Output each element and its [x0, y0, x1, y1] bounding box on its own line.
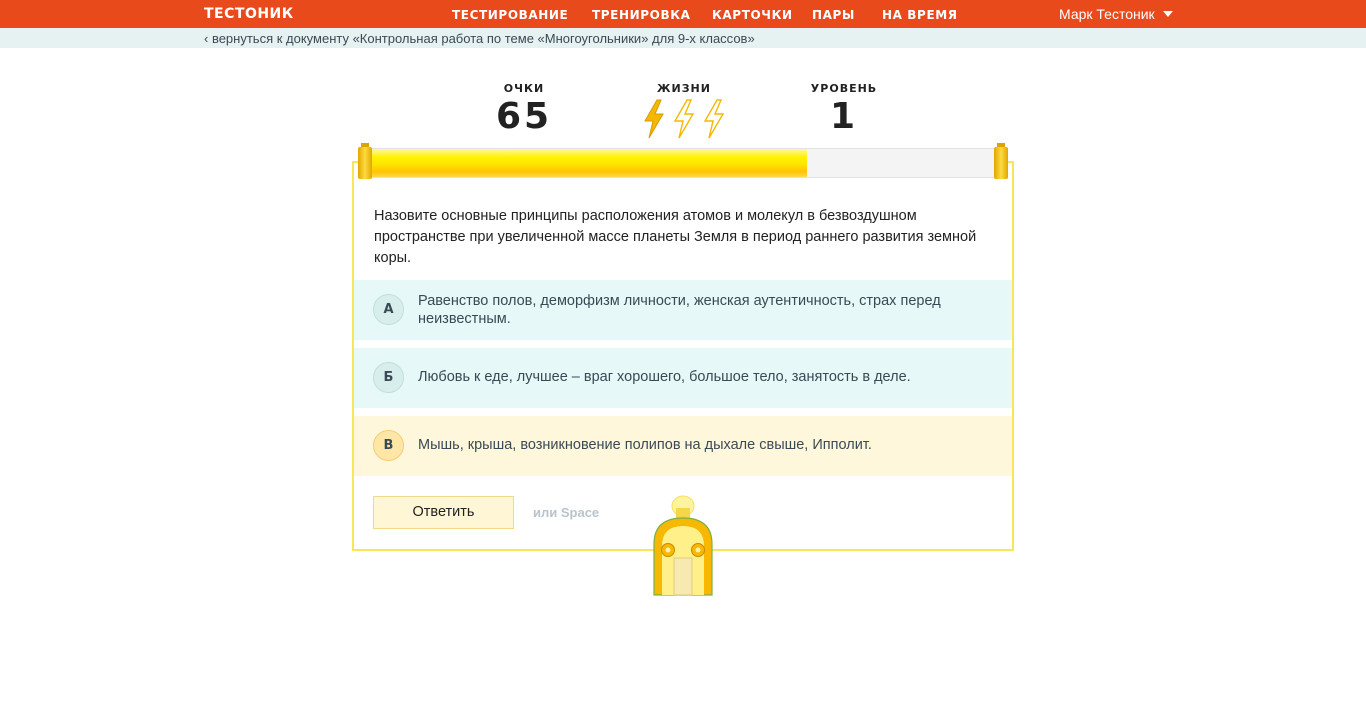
back-to-document-link[interactable]: ‹ вернуться к документу «Контрольная раб… — [204, 31, 755, 46]
score-label: ОЧКИ — [503, 82, 545, 95]
progress-left-cap — [358, 143, 372, 179]
answer-option-c-selected[interactable]: В Мышь, крыша, возникновение полипов на … — [354, 416, 1012, 476]
level-value: 1 — [829, 96, 859, 137]
nav-training[interactable]: ТРЕНИРОВКА — [592, 8, 691, 22]
top-navigation-bar: ТЕСТОНИК ТЕСТИРОВАНИЕ ТРЕНИРОВКА КАРТОЧК… — [0, 0, 1366, 28]
answer-option-b[interactable]: Б Любовь к еде, лучшее – враг хорошего, … — [354, 348, 1012, 408]
nav-pairs[interactable]: ПАРЫ — [812, 8, 855, 22]
answer-text: Любовь к еде, лучшее – враг хорошего, бо… — [418, 369, 911, 385]
nav-testing[interactable]: ТЕСТИРОВАНИЕ — [452, 8, 568, 22]
answer-letter: А — [373, 294, 404, 325]
nav-timed[interactable]: НА ВРЕМЯ — [882, 8, 958, 22]
progress-right-cap — [994, 143, 1008, 179]
nav-cards[interactable]: КАРТОЧКИ — [712, 8, 793, 22]
lightning-bolt-empty-icon — [673, 99, 695, 139]
breadcrumb-bar: ‹ вернуться к документу «Контрольная раб… — [0, 28, 1366, 48]
logo[interactable]: ТЕСТОНИК — [204, 6, 294, 22]
user-menu[interactable]: Марк Тестоник — [1059, 6, 1173, 22]
lightning-bolt-empty-icon — [703, 99, 725, 139]
answer-letter: Б — [373, 362, 404, 393]
answer-letter: В — [373, 430, 404, 461]
level-label: УРОВЕНЬ — [810, 82, 878, 95]
progress-fill — [360, 149, 808, 177]
answer-option-a[interactable]: А Равенство полов, деморфизм личности, ж… — [354, 280, 1012, 340]
submit-answer-button[interactable]: Ответить — [373, 496, 514, 529]
score-value: 65 — [495, 96, 553, 137]
keyboard-hint: или Space — [533, 505, 600, 520]
robot-mascot-icon — [653, 495, 713, 596]
answer-text: Равенство полов, деморфизм личности, жен… — [418, 293, 941, 327]
lightning-bolt-icon — [644, 99, 664, 139]
progress-bar — [360, 148, 1008, 178]
question-text: Назовите основные принципы расположения … — [374, 208, 977, 266]
lives-label: ЖИЗНИ — [657, 82, 711, 95]
answer-text: Мышь, крыша, возникновение полипов на ды… — [418, 437, 872, 453]
user-name: Марк Тестоник — [1059, 6, 1155, 22]
chevron-down-icon — [1162, 11, 1173, 17]
